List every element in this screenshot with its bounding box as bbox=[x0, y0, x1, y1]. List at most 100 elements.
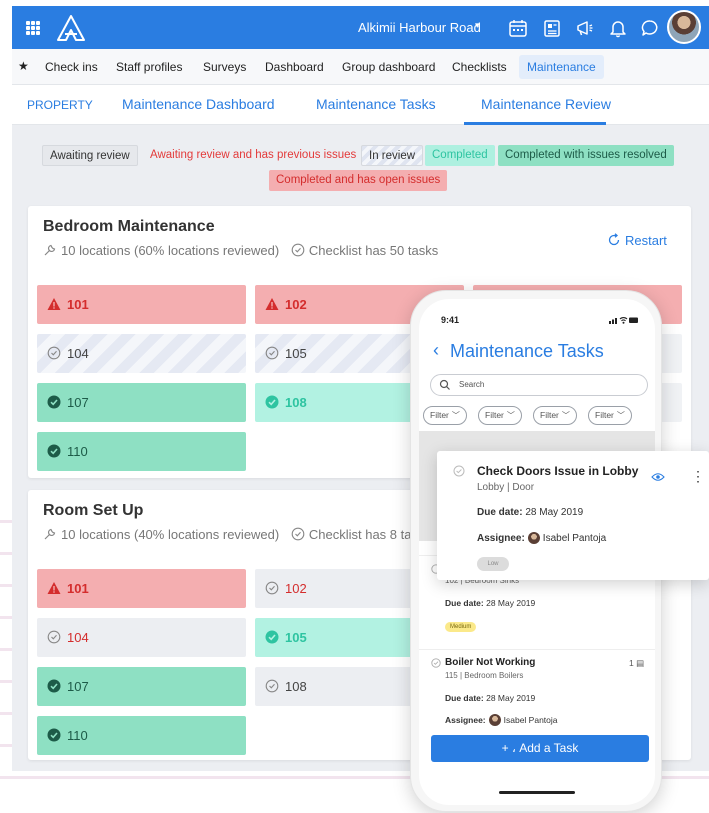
task-assignee: Assignee: Isabel Pantoja bbox=[477, 532, 606, 544]
wrench-icon bbox=[44, 528, 56, 540]
nav-checklists[interactable]: Checklists bbox=[452, 60, 507, 74]
due-value: 28 May 2019 bbox=[525, 507, 584, 518]
location-tile-107[interactable]: 107 bbox=[37, 383, 246, 422]
filter-dropdown[interactable]: Filter ﹀ bbox=[533, 406, 577, 425]
location-tile-110[interactable]: 110 bbox=[37, 716, 246, 755]
check-circle-icon bbox=[291, 243, 305, 257]
chat-icon[interactable] bbox=[640, 18, 660, 38]
nav-staff-profiles[interactable]: Staff profiles bbox=[116, 60, 182, 74]
assignee-avatar bbox=[527, 532, 540, 544]
tab-maintenance-tasks[interactable]: Maintenance Tasks bbox=[316, 96, 436, 112]
assignee-label: Assignee: bbox=[477, 533, 525, 544]
tile-label: 102 bbox=[285, 297, 307, 312]
more-options-icon[interactable]: ⋮ bbox=[691, 469, 705, 483]
check-filled-icon bbox=[47, 444, 61, 458]
filter-dropdown[interactable]: Filter ﹀ bbox=[423, 406, 467, 425]
check-circle-icon bbox=[265, 581, 279, 595]
locations-summary: 10 locations (60% locations reviewed) bbox=[61, 243, 280, 258]
megaphone-icon[interactable] bbox=[575, 18, 595, 38]
site-selector[interactable]: Alkimii Harbour Road bbox=[358, 20, 481, 35]
check-filled-icon bbox=[47, 395, 61, 409]
card-meta: 10 locations (60% locations reviewed) Ch… bbox=[43, 243, 438, 258]
main-nav: ★ Check ins Staff profiles Surveys Dashb… bbox=[12, 49, 709, 85]
filter-label: Filter bbox=[430, 410, 449, 420]
tile-label: 104 bbox=[67, 346, 89, 361]
nav-maintenance[interactable]: Maintenance bbox=[519, 55, 604, 79]
location-tile-104[interactable]: 104 bbox=[37, 334, 246, 373]
due-label: Due date: bbox=[445, 598, 484, 608]
check-circle-icon bbox=[265, 679, 279, 693]
comment-count: 1 ▤ bbox=[629, 658, 645, 668]
eye-icon[interactable] bbox=[651, 472, 665, 482]
location-tile-101[interactable]: 101 bbox=[37, 285, 246, 324]
location-tile-107[interactable]: 107 bbox=[37, 667, 246, 706]
user-avatar[interactable] bbox=[667, 10, 701, 44]
tab-property[interactable]: PROPERTY bbox=[27, 98, 93, 112]
assignee-name: Isabel Pantoja bbox=[503, 715, 558, 725]
tile-label: 108 bbox=[285, 679, 307, 694]
search-input[interactable]: Search bbox=[430, 374, 648, 396]
phone-clock: 9:41 bbox=[441, 315, 460, 325]
task-due-date: Due date: 28 May 2019 bbox=[445, 598, 535, 608]
tile-label: 110 bbox=[67, 728, 88, 743]
restart-label: Restart bbox=[625, 233, 667, 248]
alkimii-logo-icon[interactable] bbox=[56, 14, 86, 42]
tile-label: 102 bbox=[285, 581, 307, 596]
tile-label: 108 bbox=[285, 395, 307, 410]
task-due-date: Due date: 28 May 2019 bbox=[445, 693, 535, 703]
apps-grid-icon[interactable] bbox=[26, 21, 40, 35]
location-tile-101[interactable]: 101 bbox=[37, 569, 246, 608]
task-list-item[interactable]: Boiler Not Working 1 ▤ 115 | Bedroom Boi… bbox=[419, 649, 655, 731]
due-value: 28 May 2019 bbox=[486, 693, 536, 703]
tile-label: 105 bbox=[285, 630, 307, 645]
nav-dashboard[interactable]: Dashboard bbox=[265, 60, 324, 74]
nav-group-dashboard[interactable]: Group dashboard bbox=[342, 60, 435, 74]
check-filled-icon bbox=[265, 630, 279, 644]
search-placeholder: Search bbox=[459, 380, 485, 389]
restart-button[interactable]: Restart bbox=[607, 233, 667, 248]
task-assignee: Assignee: Isabel Pantoja bbox=[445, 714, 558, 726]
check-circle-icon bbox=[291, 527, 305, 541]
active-tab-indicator bbox=[464, 122, 606, 125]
task-title: Boiler Not Working bbox=[445, 657, 536, 668]
check-filled-icon bbox=[47, 679, 61, 693]
check-circle-icon bbox=[47, 630, 61, 644]
check-circle-icon bbox=[47, 346, 61, 360]
tile-label: 107 bbox=[67, 679, 89, 694]
filter-label: Filter bbox=[540, 410, 559, 420]
nav-check-ins[interactable]: Check ins bbox=[45, 60, 98, 74]
chevron-down-icon[interactable]: ▾ bbox=[475, 20, 480, 31]
sub-nav: PROPERTY Maintenance Dashboard Maintenan… bbox=[12, 85, 709, 125]
signal-wifi-battery-icon bbox=[609, 317, 638, 324]
warning-icon bbox=[265, 298, 279, 310]
task-detail-card[interactable]: Check Doors Issue in Lobby Lobby | Door … bbox=[437, 451, 709, 580]
bell-icon[interactable] bbox=[608, 18, 628, 38]
legend-awaiting-review-previous-issues: Awaiting review and has previous issues bbox=[143, 145, 364, 166]
due-value: 28 May 2019 bbox=[486, 598, 536, 608]
warning-icon bbox=[47, 298, 61, 310]
add-task-button[interactable]: + ، Add a Task bbox=[431, 735, 649, 762]
task-title: Check Doors Issue in Lobby bbox=[477, 464, 639, 478]
priority-badge: Low bbox=[477, 557, 509, 571]
assignee-avatar bbox=[488, 714, 501, 726]
back-chevron-icon[interactable]: ‹ bbox=[433, 340, 439, 361]
location-tile-104[interactable]: 104 bbox=[37, 618, 246, 657]
tile-label: 105 bbox=[285, 346, 307, 361]
location-tile-110[interactable]: 110 bbox=[37, 432, 246, 471]
favorite-star-icon[interactable]: ★ bbox=[18, 59, 29, 73]
news-icon[interactable] bbox=[542, 18, 562, 38]
nav-surveys[interactable]: Surveys bbox=[203, 60, 246, 74]
task-location: Lobby | Door bbox=[477, 482, 535, 493]
chevron-down-icon: ﹀ bbox=[451, 411, 460, 420]
tab-maintenance-review[interactable]: Maintenance Review bbox=[481, 96, 611, 112]
check-circle-icon bbox=[431, 658, 441, 668]
tab-maintenance-dashboard[interactable]: Maintenance Dashboard bbox=[122, 96, 275, 112]
chevron-down-icon: ﹀ bbox=[561, 411, 570, 420]
task-due-date: Due date: 28 May 2019 bbox=[477, 507, 583, 518]
priority-badge: Medium bbox=[445, 622, 477, 632]
filter-dropdown[interactable]: Filter ﹀ bbox=[478, 406, 522, 425]
check-circle-icon[interactable] bbox=[453, 465, 465, 477]
filter-dropdown[interactable]: Filter ﹀ bbox=[588, 406, 632, 425]
calendar-icon[interactable] bbox=[508, 18, 528, 38]
check-filled-icon bbox=[47, 728, 61, 742]
